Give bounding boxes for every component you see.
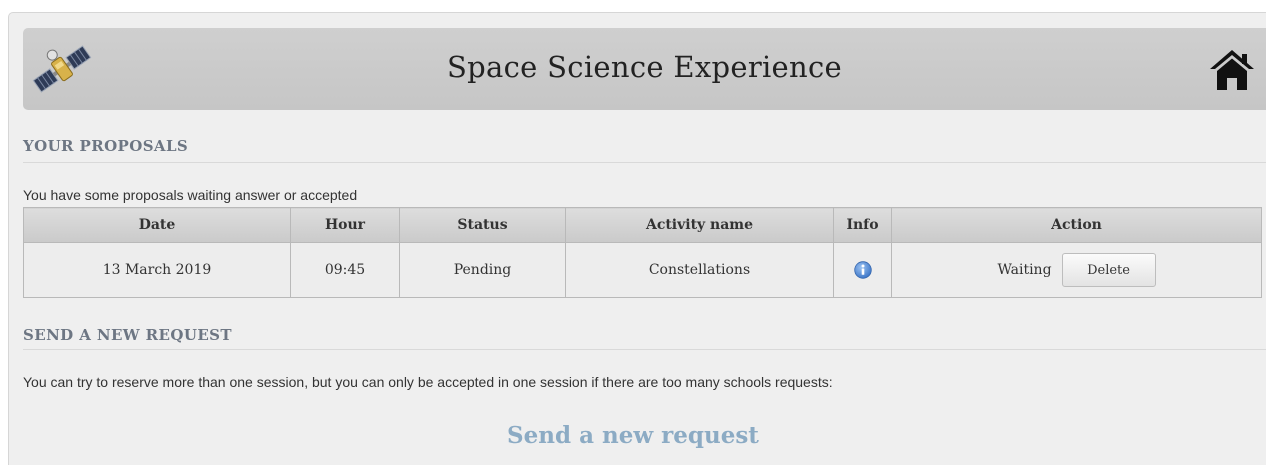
action-status-text: Waiting bbox=[997, 262, 1052, 278]
column-header-info: Info bbox=[833, 207, 892, 243]
info-icon[interactable] bbox=[853, 261, 872, 279]
column-header-hour: Hour bbox=[290, 207, 400, 243]
column-header-date: Date bbox=[23, 207, 291, 243]
delete-button[interactable]: Delete bbox=[1061, 253, 1156, 287]
table-row: 13 March 2019 09:45 Pending Constellatio… bbox=[23, 242, 1262, 298]
column-header-action: Action bbox=[891, 207, 1262, 243]
new-request-description: You can try to reserve more than one ses… bbox=[23, 374, 833, 390]
table-header-row: Date Hour Status Activity name Info Acti… bbox=[23, 207, 1262, 243]
cell-hour: 09:45 bbox=[290, 242, 400, 298]
cell-activity: Constellations bbox=[565, 242, 834, 298]
new-request-heading: SEND A NEW REQUEST bbox=[23, 326, 232, 344]
cell-date: 13 March 2019 bbox=[23, 242, 291, 298]
send-new-request-link[interactable]: Send a new request bbox=[0, 422, 1266, 449]
proposals-heading: YOUR PROPOSALS bbox=[23, 137, 189, 155]
proposals-divider bbox=[23, 162, 1266, 163]
cell-status: Pending bbox=[399, 242, 566, 298]
home-icon[interactable] bbox=[1208, 46, 1256, 94]
cell-action: Waiting Delete bbox=[891, 242, 1262, 298]
cell-info bbox=[833, 242, 892, 298]
site-title: Space Science Experience bbox=[446, 50, 843, 84]
column-header-status: Status bbox=[399, 207, 566, 243]
new-request-divider bbox=[23, 349, 1266, 350]
proposals-intro: You have some proposals waiting answer o… bbox=[23, 187, 358, 203]
site-header: Space Science Experience bbox=[23, 28, 1266, 110]
column-header-activity: Activity name bbox=[565, 207, 834, 243]
proposals-table: Date Hour Status Activity name Info Acti… bbox=[23, 207, 1262, 298]
